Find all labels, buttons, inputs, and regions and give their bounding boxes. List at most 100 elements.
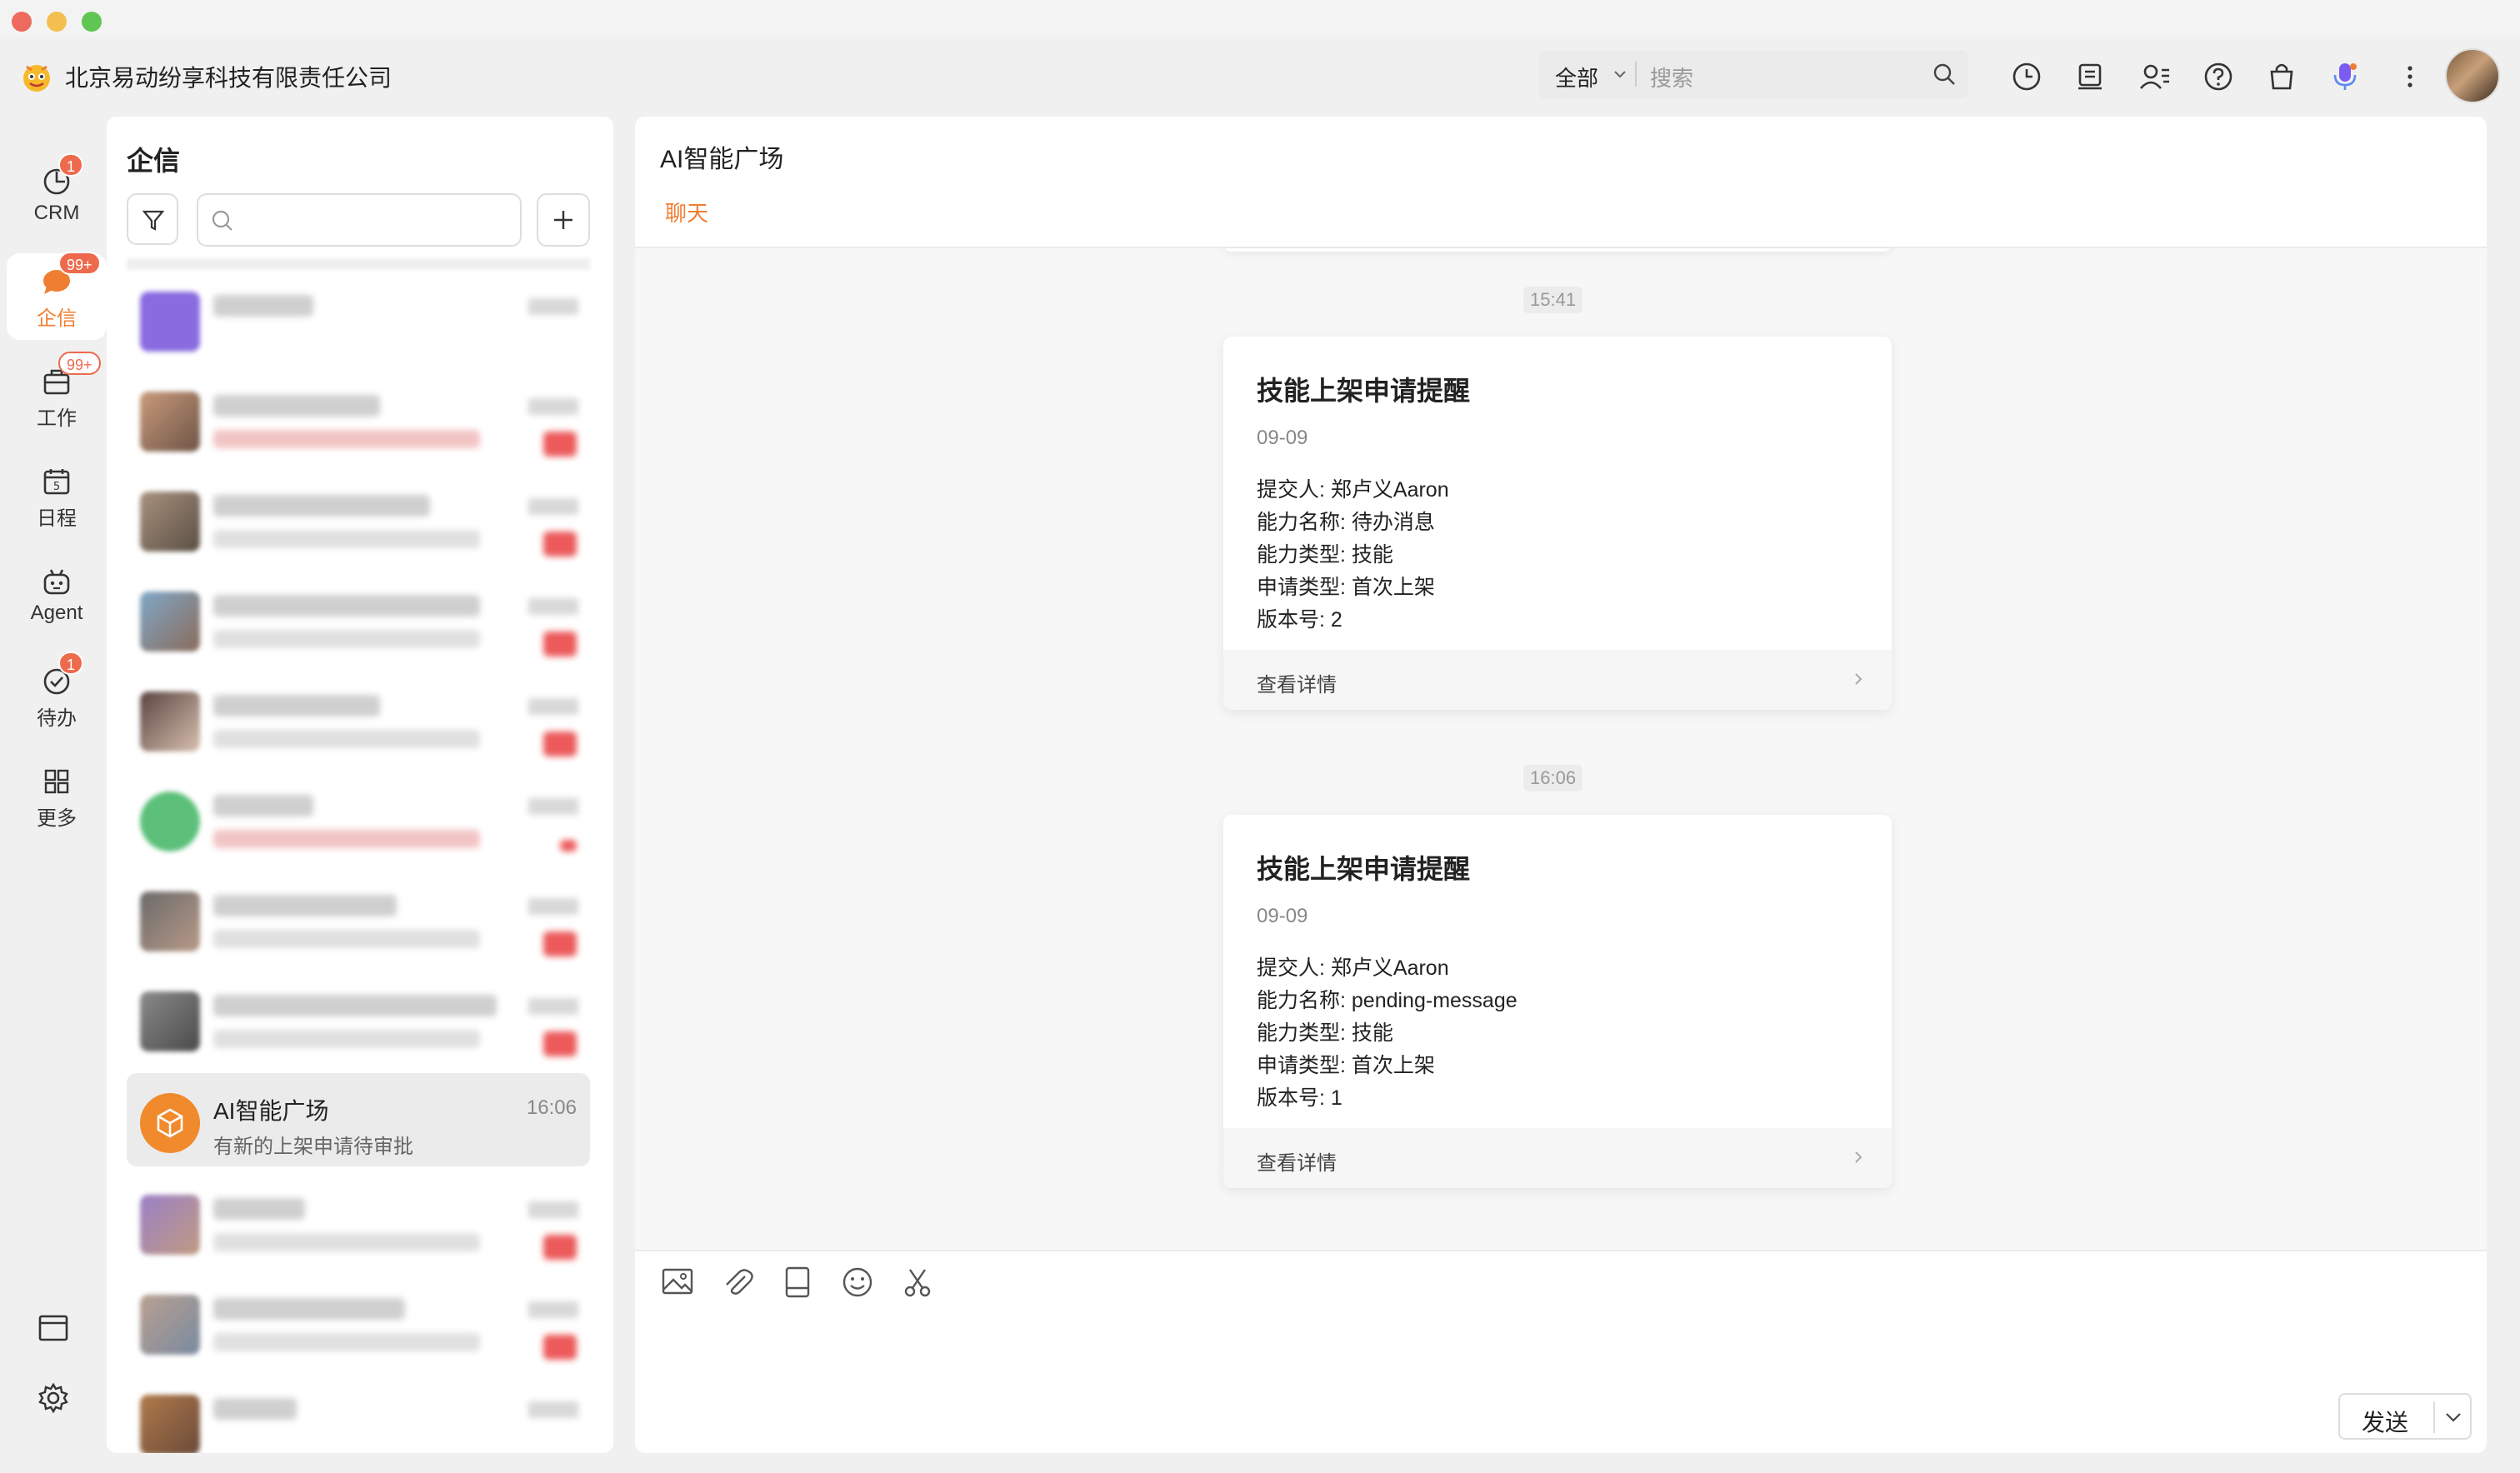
contact-name [213,295,313,317]
more-vertical-icon[interactable] [2393,60,2427,93]
search-input[interactable]: 搜索 [1650,62,1693,92]
notes-icon[interactable] [2073,60,2107,93]
calendar-icon: 5 [43,469,70,495]
contact-name [213,995,497,1016]
chevron-down-icon [1614,71,1626,78]
filter-button[interactable] [127,193,178,245]
tab-chat[interactable]: 聊天 [665,197,708,227]
search-icon [212,210,232,231]
contact-avatar [140,1195,200,1255]
contact-avatar [140,1395,200,1453]
unread-badge [543,931,577,956]
app-logo-icon [23,65,50,92]
message-preview [213,830,480,848]
message-preview [213,930,480,948]
approval-card[interactable]: 技能上架申请提醒 09-09 提交人: 郑卢义Aaron 能力名称: 待办消息 … [1223,337,1892,710]
search-icon[interactable] [1932,62,1957,87]
gear-icon[interactable] [35,1380,72,1416]
card-title: 技能上架申请提醒 [1257,376,1471,406]
conversation-item[interactable] [127,670,590,763]
card-date: 09-09 [1257,427,1308,449]
voice-assistant-icon[interactable] [2328,60,2362,93]
conversation-item[interactable] [127,1373,590,1453]
contact-name [213,1198,305,1220]
image-icon[interactable] [660,1265,695,1300]
maximize-window-button[interactable] [82,12,102,32]
nav-item-schedule[interactable]: 5 日程 [7,453,107,540]
plus-icon [554,211,572,229]
conversation-item[interactable] [127,470,590,563]
quick-reply-icon[interactable] [780,1265,815,1300]
list-scroll-edge [127,258,590,270]
user-avatar[interactable] [2445,48,2500,103]
conversation-item-ai-plaza[interactable]: AI智能广场 有新的上架申请待审批 16:06 [127,1073,590,1166]
approval-card[interactable]: 技能上架申请提醒 09-09 提交人: 郑卢义Aaron 能力名称: pendi… [1223,815,1892,1188]
minimize-window-button[interactable] [47,12,67,32]
conversation-name: AI智能广场 [213,1098,329,1124]
contact-name [213,495,430,517]
message-preview [213,1233,480,1251]
message-timestamp: 15:41 [1523,287,1583,313]
view-details-link[interactable]: 查看详情 [1223,1128,1892,1188]
search-divider [1635,62,1637,87]
card-submitter: 提交人: 郑卢义Aaron [1257,478,1449,502]
attachment-icon[interactable] [720,1265,755,1300]
robot-icon [43,569,70,595]
nav-label: 更多 [37,807,77,830]
message-time [528,998,578,1015]
nav-item-todo[interactable]: 待办 1 [7,652,107,740]
chat-panel: AI智能广场 聊天 15:41 技能上架申请提醒 09-09 提交人: 郑卢义A… [635,117,2487,1453]
conversation-item[interactable] [127,770,590,863]
nav-item-crm[interactable]: CRM 1 [7,153,107,240]
conversation-item[interactable] [127,1273,590,1366]
composer-divider [635,1250,2487,1251]
shopping-bag-icon[interactable] [2265,60,2298,93]
contact-name [213,695,380,717]
global-search[interactable]: 全部 搜索 [1538,50,1968,98]
unread-badge [543,432,577,457]
conversation-item[interactable] [127,870,590,963]
message-area: 15:41 技能上架申请提醒 09-09 提交人: 郑卢义Aaron 能力名称:… [635,248,2487,1250]
conversation-item[interactable] [127,970,590,1063]
message-time [528,698,578,715]
message-time [528,1301,578,1318]
cube-icon [157,1108,183,1138]
nav-item-work[interactable]: 工作 99+ [7,352,107,440]
view-details-label: 查看详情 [1257,674,1337,697]
message-time [528,1201,578,1218]
close-window-button[interactable] [12,12,32,32]
unread-badge [543,1031,577,1056]
contacts-icon[interactable] [2138,60,2172,93]
message-preview [213,1030,480,1048]
conversation-item[interactable] [127,370,590,463]
list-search-input[interactable] [197,193,522,247]
contact-avatar [140,791,200,851]
nav-label: 日程 [37,507,77,530]
conversation-item[interactable] [127,570,590,663]
window-icon[interactable] [35,1310,72,1346]
window-titlebar [0,0,2520,37]
send-button[interactable]: 发送 [2338,1393,2472,1440]
view-details-link[interactable]: 查看详情 [1223,650,1892,710]
emoji-icon[interactable] [840,1265,875,1300]
card-date: 09-09 [1257,905,1308,927]
nav-badge: 1 [58,153,84,177]
message-time [528,498,578,515]
nav-item-agent[interactable]: Agent [7,553,107,640]
unread-badge [543,632,577,657]
nav-item-messages[interactable]: 企信 99+ [7,252,107,340]
help-icon[interactable] [2202,60,2235,93]
conversation-item[interactable] [127,270,590,363]
nav-item-more[interactable]: 更多 [7,753,107,840]
view-details-label: 查看详情 [1257,1152,1337,1175]
card-request-type: 申请类型: 首次上架 [1257,1054,1435,1077]
nav-label: 工作 [37,407,77,430]
chevron-down-icon[interactable] [2442,1405,2465,1430]
add-conversation-button[interactable] [537,193,590,247]
card-ability-name: 能力名称: pending-message [1257,989,1518,1012]
history-icon[interactable] [2010,60,2043,93]
search-scope-select[interactable]: 全部 [1555,62,1598,92]
unread-badge [543,732,577,756]
conversation-item[interactable] [127,1173,590,1266]
screenshot-scissors-icon[interactable] [900,1265,935,1300]
